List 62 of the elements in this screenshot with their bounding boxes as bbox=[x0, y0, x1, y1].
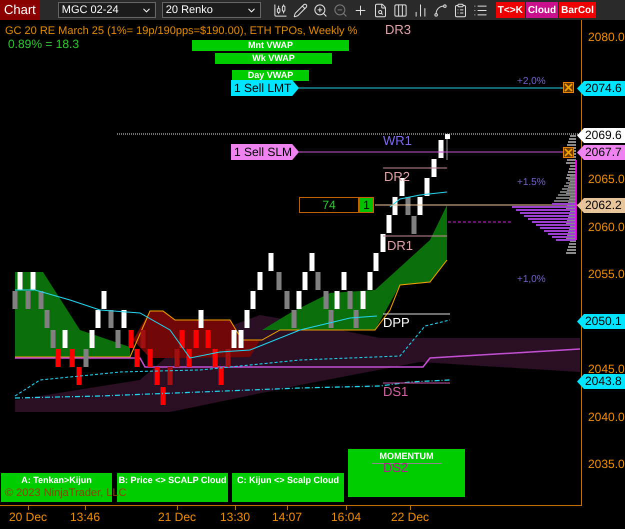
zoom-out-icon[interactable] bbox=[332, 2, 348, 18]
price-tick-label: 2035.0 bbox=[588, 457, 625, 471]
weekly-percent-label: +2,0% bbox=[517, 76, 546, 87]
pivot-level-label: DR3 bbox=[385, 23, 412, 37]
weekly-percent-label: +1,0% bbox=[517, 274, 546, 285]
signal-panel: C: Kijun <> Scalp Cloud bbox=[232, 473, 344, 502]
price-flag: 2050.1 bbox=[577, 314, 625, 329]
time-tick-label: 16:04 bbox=[330, 510, 362, 524]
vwap-label: Wk VWAP bbox=[215, 53, 332, 64]
pivot-level-label: DS2 bbox=[383, 461, 408, 475]
indicator-toggle[interactable]: Cloud bbox=[526, 2, 558, 18]
indicator-toggle[interactable]: T<>K bbox=[496, 2, 525, 18]
pivot-level-label: DR2 bbox=[384, 170, 410, 184]
close-order-icon[interactable] bbox=[563, 147, 574, 158]
price-flag: 2067.7 bbox=[577, 145, 625, 160]
close-order-icon[interactable] bbox=[563, 82, 574, 93]
price-flag: 2069.6 bbox=[577, 128, 625, 143]
bar-chart-icon[interactable] bbox=[412, 2, 428, 18]
instrument-dropdown[interactable]: MGC 02-24 bbox=[58, 2, 156, 18]
price-tick-label: 2040.0 bbox=[588, 410, 625, 424]
time-tick-label: 20 Dec bbox=[8, 510, 48, 524]
price-tick-label: 2080.0 bbox=[588, 30, 625, 44]
time-tick-label: 22 Dec bbox=[390, 510, 430, 524]
list-icon[interactable] bbox=[472, 2, 488, 18]
price-flag: 2043.8 bbox=[577, 374, 625, 389]
price-flag: 2062.2 bbox=[577, 198, 625, 213]
price-tick-label: 2055.0 bbox=[588, 267, 625, 281]
tenkan-line bbox=[390, 192, 448, 208]
price-tick-label: 2065.0 bbox=[588, 172, 625, 186]
position-count: 1 bbox=[359, 197, 374, 213]
pencil-icon[interactable] bbox=[292, 2, 308, 18]
window-title: Chart bbox=[0, 0, 40, 20]
percent-move-label: 0.89% = 18.3 bbox=[8, 38, 80, 51]
crosshair-icon[interactable] bbox=[352, 2, 368, 18]
chart-title: GC 20 RE March 25 (1%= 19p/190pps=$190.00), ETH TPOs, Weekly % bbox=[5, 25, 358, 38]
pivot-level-label: DS1 bbox=[383, 385, 408, 399]
time-tick-label: 13:30 bbox=[220, 510, 250, 524]
time-tick-label: 14:07 bbox=[272, 510, 302, 524]
order-label[interactable]: 1 Sell LMT bbox=[231, 80, 299, 96]
columns-icon[interactable] bbox=[392, 2, 408, 18]
position-quantity: 74 bbox=[299, 197, 359, 213]
pivot-level-label: DR1 bbox=[387, 239, 414, 253]
vwap-label: Day VWAP bbox=[232, 70, 309, 81]
pivot-level-label: WR1 bbox=[383, 134, 412, 148]
time-tick-label: 13:46 bbox=[70, 510, 100, 524]
bar-type-dropdown[interactable]: 20 Renko bbox=[162, 2, 261, 18]
pivot-line bbox=[382, 382, 450, 384]
indicator-toggle[interactable]: BarCol bbox=[559, 2, 596, 18]
candlestick-icon[interactable] bbox=[272, 2, 288, 18]
clipboard-icon[interactable] bbox=[452, 2, 468, 18]
momentum-label: MOMENTUM bbox=[380, 451, 434, 462]
price-tick-label: 2060.0 bbox=[588, 220, 625, 234]
line-chart-icon[interactable] bbox=[432, 2, 448, 18]
time-tick-label: 21 Dec bbox=[158, 510, 196, 524]
price-flag: 2074.6 bbox=[577, 81, 625, 96]
weekly-percent-label: +1.5% bbox=[517, 177, 546, 188]
zoom-in-icon[interactable] bbox=[312, 2, 328, 18]
price-tick-label: 2045.0 bbox=[588, 362, 625, 376]
order-label[interactable]: 1 Sell SLM bbox=[231, 144, 299, 160]
pivot-level-label: DPP bbox=[383, 316, 410, 330]
vwap-label: Mnt VWAP bbox=[192, 40, 349, 51]
document-search-icon[interactable] bbox=[372, 2, 388, 18]
